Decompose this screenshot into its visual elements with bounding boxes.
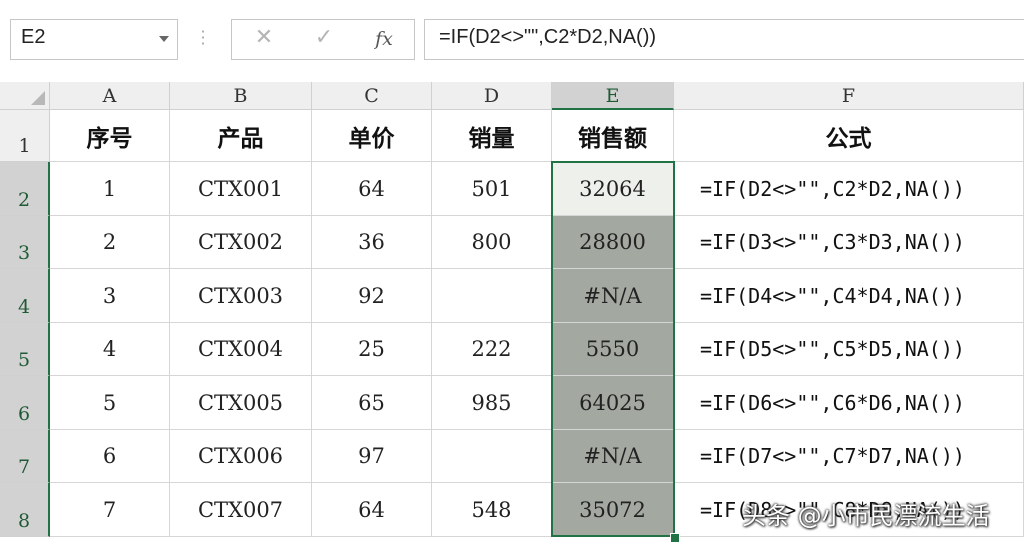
name-box-value[interactable]: E2 [21,26,45,49]
cell-a5[interactable]: 4 [50,323,170,376]
row-header-4[interactable]: 4 [0,269,50,323]
row-number: 4 [17,296,31,318]
column-header-c[interactable]: C [312,82,432,110]
cell-e4[interactable]: #N/A [552,269,674,323]
header-cell-c[interactable]: 单价 [312,110,432,162]
row-header-5[interactable]: 5 [0,323,50,376]
column-header-d[interactable]: D [432,82,552,110]
cell-d3[interactable]: 800 [432,216,552,269]
header-cell-e[interactable]: 销售额 [552,110,674,162]
more-options-icon[interactable]: · · · [200,24,206,52]
spreadsheet-grid[interactable]: A B C D E F 1 2 3 4 5 6 7 8 序号 产品 单价 销量 销售额 公式 1 CTX001 64 501 3… [0,82,1024,545]
column-header-a[interactable]: A [50,82,170,110]
cell-a4[interactable]: 3 [50,269,170,323]
row-number: 7 [17,456,31,478]
cell-d6[interactable]: 985 [432,376,552,430]
header-cell-f[interactable]: 公式 [674,110,1024,162]
row-number: 1 [18,135,31,157]
header-cell-b[interactable]: 产品 [170,110,312,162]
formula-bar: E2 · · · ✕ ✓ fx =IF(D2<>"",C2*D2,NA()) [0,0,1024,83]
cell-c3[interactable]: 36 [312,216,432,269]
cell-a7[interactable]: 6 [50,430,170,483]
cell-c4[interactable]: 92 [312,269,432,323]
row-number: 8 [17,510,31,532]
cell-b2[interactable]: CTX001 [170,162,312,216]
row-number: 3 [17,242,31,264]
cell-f4[interactable]: =IF(D4<>"",C4*D4,NA()) [674,269,1024,323]
name-box[interactable]: E2 [10,19,178,60]
header-cell-d[interactable]: 销量 [432,110,552,162]
watermark: 头条 @小市民漂流生活 [742,502,990,530]
cell-c8[interactable]: 64 [312,483,432,537]
row-header-1[interactable]: 1 [0,110,50,162]
cell-d7[interactable] [432,430,552,483]
cell-c2[interactable]: 64 [312,162,432,216]
cell-d8[interactable]: 548 [432,483,552,537]
cell-f6[interactable]: =IF(D6<>"",C6*D6,NA()) [674,376,1024,430]
cell-a6[interactable]: 5 [50,376,170,430]
column-header-e[interactable]: E [552,82,674,110]
cell-f2[interactable]: =IF(D2<>"",C2*D2,NA()) [674,162,1024,216]
cell-d5[interactable]: 222 [432,323,552,376]
select-all-button[interactable] [0,82,50,110]
cell-f5[interactable]: =IF(D5<>"",C5*D5,NA()) [674,323,1024,376]
row-header-7[interactable]: 7 [0,430,50,483]
cell-a8[interactable]: 7 [50,483,170,537]
cell-b7[interactable]: CTX006 [170,430,312,483]
chevron-down-icon[interactable] [159,36,169,42]
formula-input[interactable]: =IF(D2<>"",C2*D2,NA()) [424,19,1024,60]
row-header-2[interactable]: 2 [0,162,50,216]
row-header-8[interactable]: 8 [0,483,50,537]
cell-b5[interactable]: CTX004 [170,323,312,376]
cell-e5[interactable]: 5550 [552,323,674,376]
column-header-f[interactable]: F [674,82,1024,110]
cell-e6[interactable]: 64025 [552,376,674,430]
cell-d4[interactable] [432,269,552,323]
row-header-3[interactable]: 3 [0,216,50,269]
select-all-icon[interactable] [31,91,45,105]
row-number: 5 [17,349,31,371]
row-number: 2 [17,189,31,211]
cell-b8[interactable]: CTX007 [170,483,312,537]
cell-c5[interactable]: 25 [312,323,432,376]
cell-f3[interactable]: =IF(D3<>"",C3*D3,NA()) [674,216,1024,269]
cell-e8[interactable]: 35072 [552,483,674,537]
cell-c6[interactable]: 65 [312,376,432,430]
column-header-b[interactable]: B [170,82,312,110]
cell-b4[interactable]: CTX003 [170,269,312,323]
fill-handle[interactable] [670,533,680,543]
check-icon[interactable]: ✓ [306,25,342,55]
cell-c7[interactable]: 97 [312,430,432,483]
formula-text[interactable]: =IF(D2<>"",C2*D2,NA()) [439,26,656,49]
cell-f7[interactable]: =IF(D7<>"",C7*D7,NA()) [674,430,1024,483]
cell-b3[interactable]: CTX002 [170,216,312,269]
cell-e7[interactable]: #N/A [552,430,674,483]
cell-e3[interactable]: 28800 [552,216,674,269]
row-header-6[interactable]: 6 [0,376,50,430]
cell-a3[interactable]: 2 [50,216,170,269]
insert-function-icon[interactable]: fx [366,28,402,58]
cell-d2[interactable]: 501 [432,162,552,216]
cell-e2[interactable]: 32064 [552,162,674,216]
cancel-icon[interactable]: ✕ [246,25,282,55]
header-cell-a[interactable]: 序号 [50,110,170,162]
cell-a2[interactable]: 1 [50,162,170,216]
cell-b6[interactable]: CTX005 [170,376,312,430]
formula-buttons: ✕ ✓ fx [231,19,415,60]
row-number: 6 [17,403,31,425]
